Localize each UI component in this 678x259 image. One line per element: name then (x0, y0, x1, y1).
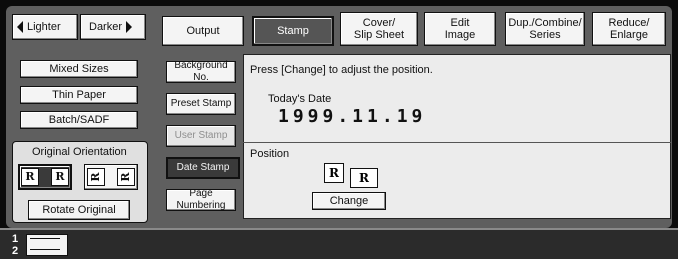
date-value: 1999.11.19 (278, 106, 427, 127)
rotate-original-button[interactable]: Rotate Original (28, 200, 130, 220)
batch-sadf-label: Batch/SADF (48, 114, 110, 126)
content-divider (243, 142, 671, 143)
paper-tray-icon-lines (30, 238, 60, 250)
tab-dup-line1: Dup./Combine/ (508, 17, 582, 29)
background-no-button[interactable]: Background No. (166, 60, 236, 83)
tab-cover-slip-sheet[interactable]: Cover/ Slip Sheet (340, 12, 418, 46)
tab-output-label: Output (186, 25, 220, 37)
thin-paper-label: Thin Paper (52, 89, 106, 101)
status-bar (0, 230, 678, 259)
stamp-r-icon: R (21, 168, 39, 186)
orientation-normal-button[interactable]: R R (18, 164, 72, 190)
preset-stamp-button[interactable]: Preset Stamp (166, 93, 236, 115)
tab-cover-line2: Slip Sheet (353, 29, 405, 41)
batch-sadf-button[interactable]: Batch/SADF (20, 111, 138, 129)
tab-edit-line1: Edit (450, 17, 470, 29)
tab-edit-image[interactable]: Edit Image (424, 12, 496, 46)
left-arrow-icon (17, 21, 23, 33)
preset-stamp-label: Preset Stamp (170, 98, 232, 109)
rotate-original-label: Rotate Original (42, 204, 116, 216)
change-button[interactable]: Change (312, 192, 386, 210)
status-indicator-text-2: 2 (12, 245, 19, 257)
tab-reduce-line2: Enlarge (610, 29, 648, 41)
user-stamp-button[interactable]: User Stamp (166, 125, 236, 147)
tab-dup-line2: Series (529, 29, 561, 41)
tab-dup-combine-series[interactable]: Dup./Combine/ Series (505, 12, 585, 46)
tab-cover-line1: Cover/ (362, 17, 396, 29)
date-stamp-label: Date Stamp (176, 162, 230, 173)
darker-label: Darker (89, 21, 123, 33)
page-numbering-label: Page Numbering (176, 188, 226, 211)
tab-edit-line2: Image (444, 29, 476, 41)
date-stamp-content (243, 54, 671, 219)
tab-stamp[interactable]: Stamp (252, 16, 334, 46)
tab-stamp-label: Stamp (277, 25, 309, 37)
status-indicator-text: 1 (12, 233, 19, 245)
right-arrow-icon (126, 21, 133, 33)
todays-date-label: Today's Date (268, 93, 332, 105)
stamp-r-icon: R (51, 168, 69, 186)
mixed-sizes-label: Mixed Sizes (49, 63, 109, 75)
change-button-label: Change (329, 195, 369, 207)
orientation-rotated-button[interactable]: R R (84, 164, 138, 190)
tab-output[interactable]: Output (162, 16, 244, 46)
tab-reduce-line1: Reduce/ (608, 17, 650, 29)
stamp-position-icon-1: R (324, 163, 344, 183)
thin-paper-button[interactable]: Thin Paper (20, 86, 138, 104)
tab-reduce-enlarge[interactable]: Reduce/ Enlarge (592, 12, 666, 46)
lighter-label: Lighter (27, 21, 61, 33)
stamp-position-icon-2: R (350, 168, 378, 188)
original-orientation-label: Original Orientation (32, 146, 127, 158)
lighter-button[interactable]: Lighter (12, 14, 78, 40)
stamp-r-rotated-icon: R (117, 168, 135, 186)
position-label: Position (250, 148, 290, 160)
user-stamp-label: User Stamp (174, 130, 228, 141)
date-stamp-button[interactable]: Date Stamp (166, 157, 240, 179)
darker-button[interactable]: Darker (80, 14, 146, 40)
instruction-text: Press [Change] to adjust the position. (250, 64, 433, 76)
page-numbering-button[interactable]: Page Numbering (166, 188, 236, 211)
stamp-r-rotated-icon: R (87, 168, 105, 186)
mixed-sizes-button[interactable]: Mixed Sizes (20, 60, 138, 78)
background-no-label: Background No. (174, 60, 228, 83)
